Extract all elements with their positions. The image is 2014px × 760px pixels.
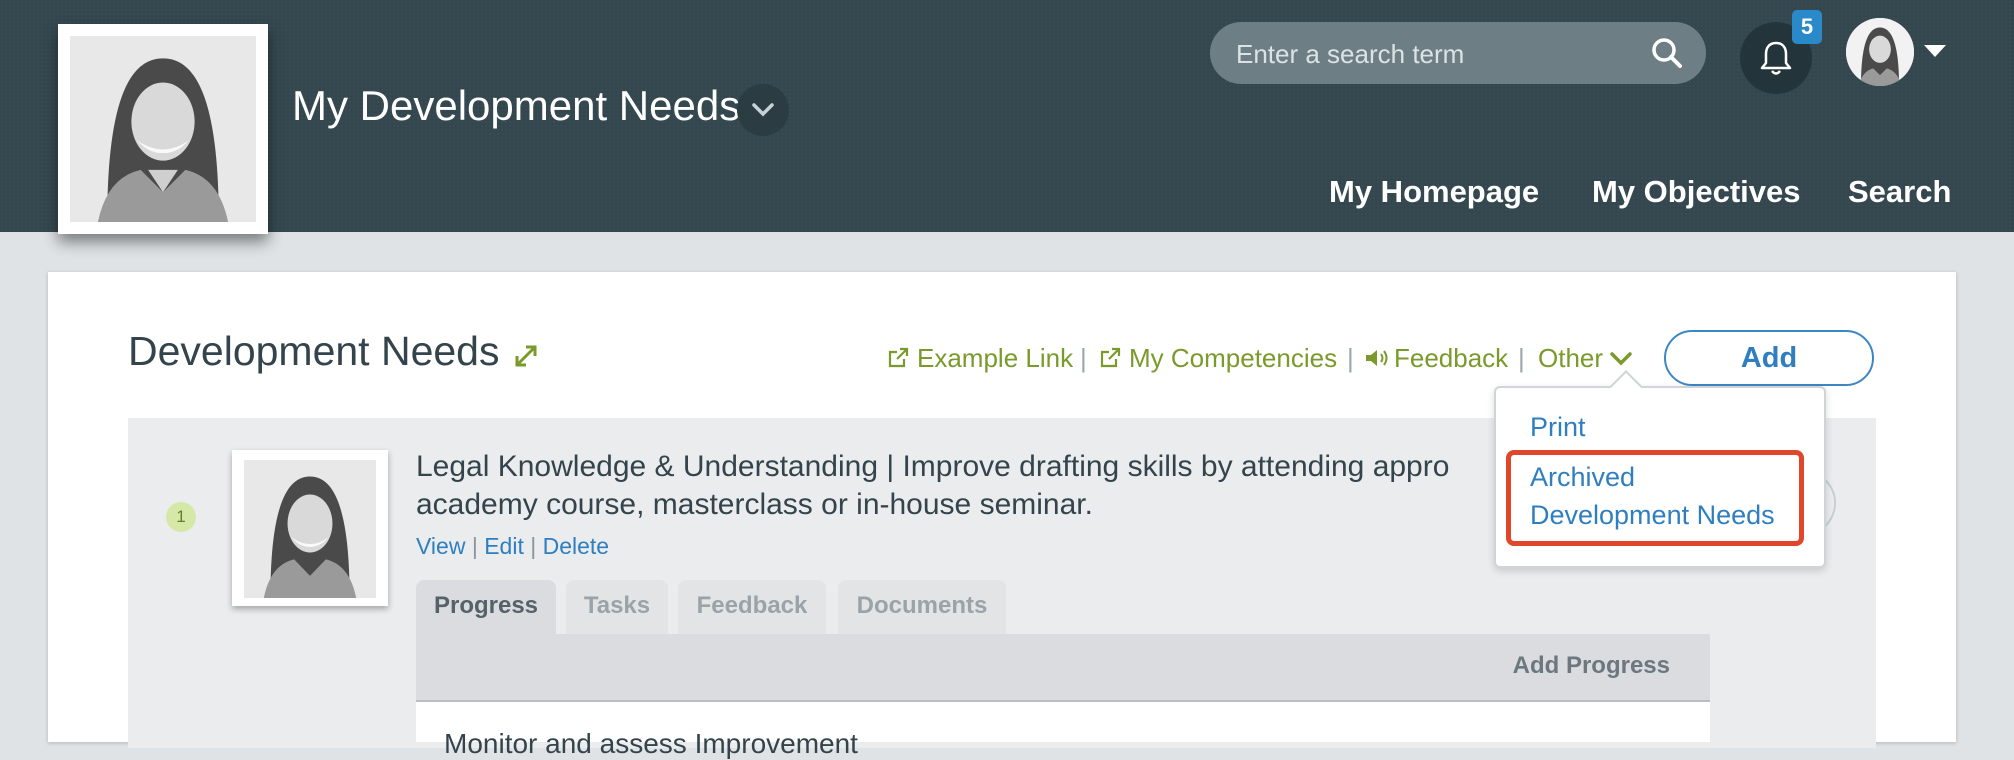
- feedback-link[interactable]: Feedback: [1394, 343, 1508, 374]
- tab-feedback[interactable]: Feedback: [678, 580, 826, 638]
- external-link-icon: [888, 347, 909, 368]
- menu-item-archived-development-needs[interactable]: Archived Development Needs: [1530, 458, 1775, 534]
- avatar-image: [1846, 18, 1914, 86]
- action-separator: |: [471, 533, 485, 559]
- delete-link[interactable]: Delete: [543, 533, 609, 559]
- link-separator: |: [1080, 343, 1087, 373]
- page-title: My Development Needs: [292, 82, 741, 129]
- company-logo-photo: [58, 24, 268, 234]
- item-description: Legal Knowledge & Understanding | Improv…: [416, 450, 1450, 521]
- nav-my-objectives[interactable]: My Objectives: [1592, 174, 1800, 210]
- portrait-image: [244, 460, 376, 598]
- progress-entry-text: Monitor and assess Improvement: [444, 728, 858, 759]
- menu-item-print[interactable]: Print: [1530, 408, 1586, 446]
- link-separator: |: [1518, 343, 1525, 373]
- menu-item-label-line1: Archived: [1530, 462, 1636, 492]
- my-competencies-link[interactable]: My Competencies: [1129, 343, 1337, 374]
- user-menu-caret-icon[interactable]: [1923, 44, 1947, 58]
- expand-icon[interactable]: [514, 344, 538, 368]
- nav-search[interactable]: Search: [1848, 174, 1951, 210]
- notification-count-badge: 5: [1792, 10, 1822, 44]
- tab-documents[interactable]: Documents: [838, 580, 1006, 638]
- search-icon[interactable]: [1650, 36, 1684, 70]
- other-menu-toggle[interactable]: Other: [1538, 343, 1603, 374]
- view-link[interactable]: View: [416, 533, 465, 559]
- search-box[interactable]: [1210, 22, 1706, 86]
- action-separator: |: [530, 533, 543, 559]
- tab-progress[interactable]: Progress: [416, 580, 556, 638]
- search-input[interactable]: [1234, 22, 1638, 86]
- edit-link[interactable]: Edit: [484, 533, 524, 559]
- tab-tasks[interactable]: Tasks: [566, 580, 668, 638]
- add-button[interactable]: Add: [1664, 330, 1874, 386]
- chevron-down-icon: [752, 103, 774, 117]
- user-avatar[interactable]: [1846, 18, 1914, 86]
- external-link-icon: [1100, 347, 1121, 368]
- portrait-image: [70, 36, 256, 222]
- item-owner-photo: [232, 450, 388, 606]
- nav-my-homepage[interactable]: My Homepage: [1329, 174, 1539, 210]
- item-number-badge: 1: [166, 502, 196, 532]
- bell-icon: [1760, 41, 1792, 75]
- title-dropdown-button[interactable]: [737, 84, 789, 136]
- link-separator: |: [1347, 343, 1354, 373]
- speaker-icon: [1366, 350, 1388, 366]
- tab-content-header: Add Progress: [416, 634, 1710, 702]
- section-title: Development Needs: [128, 328, 500, 374]
- chevron-down-icon[interactable]: [1610, 352, 1632, 366]
- example-link[interactable]: Example Link: [917, 343, 1073, 374]
- item-actions: View | Edit | Delete: [416, 533, 609, 560]
- other-dropdown-menu: Print Archived Development Needs: [1494, 370, 1826, 568]
- add-progress-button[interactable]: Add Progress: [1513, 652, 1670, 680]
- menu-item-label-line2: Development Needs: [1530, 500, 1775, 530]
